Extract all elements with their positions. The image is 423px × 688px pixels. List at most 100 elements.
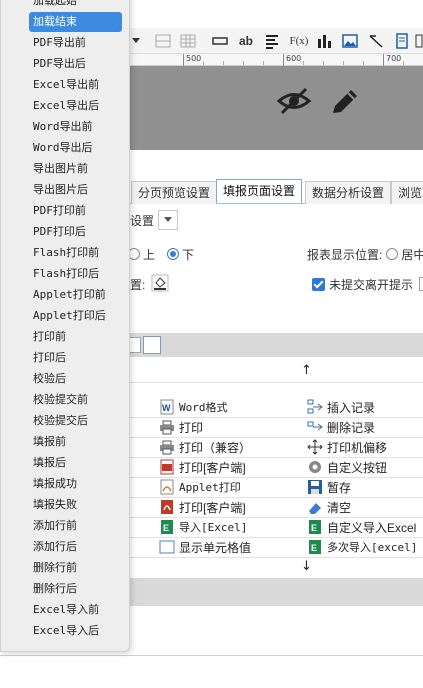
image-icon[interactable] xyxy=(340,31,360,51)
dropdown-item[interactable]: Flash打印后 xyxy=(29,264,122,284)
cell-value-icon xyxy=(159,539,175,555)
btn-label: 打印[客户端] xyxy=(179,460,246,475)
btn-printer-offset[interactable]: 打印机偏移 xyxy=(307,437,387,457)
dropdown-item[interactable]: Excel导入前 xyxy=(29,600,122,620)
btn-label: 自定义导入Excel xyxy=(327,520,417,535)
btn-label: Applet打印 xyxy=(179,481,241,494)
select-dropdown[interactable] xyxy=(158,210,179,230)
dropdown-item[interactable]: 删除行后 xyxy=(29,579,122,599)
dropdown-item[interactable]: Excel导出前 xyxy=(29,75,122,95)
btn-flash-print[interactable]: 打印[客户端] xyxy=(159,457,246,477)
btn-excel-import[interactable]: E 导入[Excel] xyxy=(159,517,247,537)
paint-bucket-icon[interactable] xyxy=(151,274,169,295)
form-icon[interactable] xyxy=(392,31,412,51)
more-icon[interactable] xyxy=(414,31,423,51)
move-down-icon[interactable]: ↓ xyxy=(301,559,312,574)
btn-applet-print[interactable]: Applet打印 xyxy=(159,477,241,497)
radio-center[interactable] xyxy=(386,248,399,260)
svg-text:E: E xyxy=(311,543,317,553)
tab-fill-page[interactable]: 填报页面设置 xyxy=(216,179,303,203)
slash-line-icon[interactable] xyxy=(366,31,386,51)
dropdown-item[interactable]: Word导出前 xyxy=(29,117,122,137)
move-icon xyxy=(307,439,323,455)
align-icon[interactable] xyxy=(262,31,282,51)
radio-bottom[interactable] xyxy=(167,248,180,260)
btn-clear[interactable]: 清空 xyxy=(307,497,351,517)
btn-pdf-print[interactable]: 打印[客户端] xyxy=(159,497,246,517)
radio-center-label: 居中 xyxy=(401,247,423,262)
excel-import-icon: E xyxy=(159,519,175,535)
dropdown-item[interactable]: 校验后 xyxy=(29,369,122,389)
btn-label: 多次导入[excel] xyxy=(327,541,418,554)
dropdown-item[interactable]: 导出图片后 xyxy=(29,180,122,200)
btn-custom-button[interactable]: 自定义按钮 xyxy=(307,457,387,477)
ruler-label: 500 xyxy=(186,54,202,63)
dropdown-item[interactable]: Excel导出后 xyxy=(29,96,122,116)
dropdown-item[interactable]: 校验提交前 xyxy=(29,390,122,410)
text-ab-icon[interactable]: ab xyxy=(236,31,256,51)
merge-cells-icon[interactable] xyxy=(153,31,173,51)
unsubmitted-checkbox[interactable] xyxy=(312,277,325,291)
svg-text:E: E xyxy=(163,523,169,533)
btn-insert-record[interactable]: 插入记录 xyxy=(307,397,375,417)
ruler-label: 600 xyxy=(286,54,302,63)
dropdown-item[interactable]: 加载起始 xyxy=(29,0,122,11)
dropdown-item[interactable]: 填报前 xyxy=(29,432,122,452)
dropdown-item[interactable]: 添加行前 xyxy=(29,516,122,536)
position-radio-group: 上 下 xyxy=(124,245,194,263)
dropdown-arrow-icon[interactable] xyxy=(130,31,142,51)
eye-hidden-icon[interactable] xyxy=(276,86,312,119)
btn-delete-record[interactable]: 删除记录 xyxy=(307,417,375,437)
pencil-icon[interactable] xyxy=(328,86,362,121)
tab-page-preview[interactable]: 分页预览设置 xyxy=(131,181,218,204)
btn-multi-excel-import[interactable]: E 多次导入[excel] xyxy=(307,537,417,557)
btn-label: 清空 xyxy=(327,500,352,515)
dropdown-item[interactable]: PDF打印前 xyxy=(29,201,122,221)
unsubmitted-label: 未提交离开提示 xyxy=(329,277,414,292)
bar-chart-icon[interactable] xyxy=(314,31,334,51)
setting-row-1: 设置 xyxy=(130,210,179,230)
formula-icon[interactable]: F(x) xyxy=(288,31,310,51)
gear-icon xyxy=(307,459,323,475)
btn-label: Word格式 xyxy=(179,401,228,414)
dropdown-item[interactable]: Applet打印后 xyxy=(29,306,122,326)
dropdown-item[interactable]: 校验提交后 xyxy=(29,411,122,431)
btn-temp-save[interactable]: 暂存 xyxy=(307,477,351,497)
tab-data-analysis[interactable]: 数据分析设置 xyxy=(305,181,392,204)
delete-record-icon xyxy=(307,419,323,435)
printer-compat-icon xyxy=(159,439,175,455)
dropdown-item[interactable]: PDF打印后 xyxy=(29,222,122,242)
dropdown-item[interactable]: 删除行前 xyxy=(29,558,122,578)
btn-show-cell-value[interactable]: 显示单元格值 xyxy=(159,537,251,557)
setting-label: 设置 xyxy=(130,213,155,228)
eraser-icon xyxy=(307,499,323,515)
dropdown-item[interactable]: PDF导出后 xyxy=(29,54,122,74)
move-up-icon[interactable]: ↑ xyxy=(301,363,312,378)
dropdown-item[interactable]: PDF导出前 xyxy=(29,33,122,53)
dropdown-item[interactable]: Flash打印前 xyxy=(29,243,122,263)
btn-label: 删除记录 xyxy=(327,420,376,435)
dropdown-item[interactable]: Word导出后 xyxy=(29,138,122,158)
btn-word-format[interactable]: W Word格式 xyxy=(159,397,228,417)
btn-custom-excel-import[interactable]: E 自定义导入Excel xyxy=(307,517,416,537)
designer-window: ab F(x) 500 600 700 分页预览设置 填报页面设置 数据分析设置… xyxy=(0,0,423,688)
dropdown-item[interactable]: Excel导入后 xyxy=(29,621,122,641)
tab-browse[interactable]: 浏览 xyxy=(391,181,423,204)
dropdown-item[interactable]: 填报失败 xyxy=(29,495,122,515)
toolbar-box-icon[interactable] xyxy=(143,336,161,354)
btn-print-compat[interactable]: 打印（兼容） xyxy=(159,437,251,457)
dropdown-item[interactable]: 打印后 xyxy=(29,348,122,368)
insert-record-icon xyxy=(307,399,323,415)
dropdown-item[interactable]: 添加行后 xyxy=(29,537,122,557)
dropdown-item[interactable]: 填报后 xyxy=(29,453,122,473)
dropdown-item[interactable]: 加载结束 xyxy=(29,12,122,32)
dropdown-item[interactable]: 导出图片前 xyxy=(29,159,122,179)
grid-icon[interactable] xyxy=(178,31,198,51)
truncated-field[interactable] xyxy=(419,277,423,291)
applet-icon xyxy=(159,479,175,495)
btn-print[interactable]: 打印 xyxy=(159,417,203,437)
dropdown-item[interactable]: 打印前 xyxy=(29,327,122,347)
dropdown-item[interactable]: 填报成功 xyxy=(29,474,122,494)
text-field-icon[interactable] xyxy=(210,31,230,51)
dropdown-item[interactable]: Applet打印前 xyxy=(29,285,122,305)
